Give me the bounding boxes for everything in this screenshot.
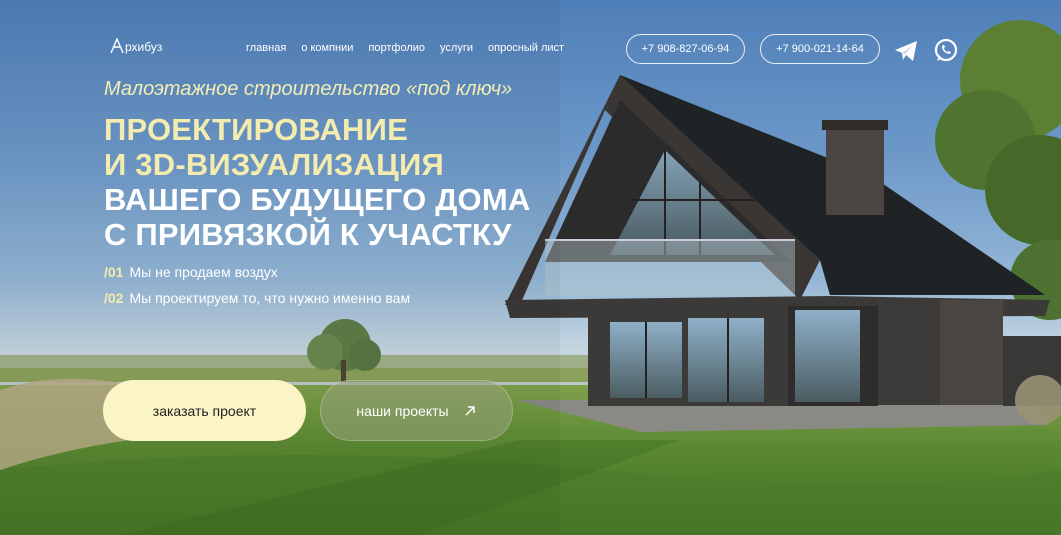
phone-button-2[interactable]: +7 900-021-14-64 (760, 34, 880, 64)
headline-line-1: ПРОЕКТИРОВАНИЕ (104, 112, 409, 147)
logo-mark-icon (110, 38, 124, 54)
nav-item-questionnaire[interactable]: опросный лист (488, 42, 564, 54)
logo-text: рхибуз (125, 40, 163, 54)
phone-button-1[interactable]: +7 908-827-06-94 (626, 34, 745, 64)
whatsapp-icon[interactable] (933, 38, 959, 64)
feature-point-text: Мы проектируем то, что нужно именно вам (129, 290, 411, 306)
main-menu: главная о компнии портфолио услуги опрос… (246, 42, 564, 54)
headline-line-3: ВАШЕГО БУДУЩЕГО ДОМА (104, 182, 531, 217)
feature-point-1: /01 Мы не продаем воздух (104, 264, 278, 280)
top-navigation: рхибуз главная о компнии портфолио услуг… (0, 32, 1061, 72)
order-project-label: заказать проект (152, 402, 257, 419)
nav-item-about[interactable]: о компнии (301, 42, 353, 54)
nav-item-home[interactable]: главная (246, 42, 286, 54)
hero-headline: ПРОЕКТИРОВАНИЕ И 3D-ВИЗУАЛИЗАЦИЯ ВАШЕГО … (104, 112, 530, 252)
logo[interactable]: рхибуз (110, 38, 162, 54)
our-projects-button[interactable]: наши проекты (320, 380, 513, 441)
hero-section: рхибуз главная о компнии портфолио услуг… (0, 0, 1061, 535)
feature-point-number: /01 (104, 264, 124, 280)
arrow-up-right-icon (465, 405, 475, 416)
nav-item-services[interactable]: услуги (440, 42, 473, 54)
hero-subtitle: Малоэтажное строительство «под ключ» (104, 78, 513, 100)
headline-line-4: С ПРИВЯЗКОЙ К УЧАСТКУ (104, 217, 512, 252)
order-project-button[interactable]: заказать проект (103, 380, 306, 441)
headline-line-2: И 3D-ВИЗУАЛИЗАЦИЯ (104, 147, 444, 182)
feature-point-number: /02 (104, 290, 124, 306)
telegram-icon[interactable] (893, 38, 919, 64)
feature-point-text: Мы не продаем воздух (129, 264, 278, 280)
our-projects-label: наши проекты (356, 402, 449, 419)
feature-point-2: /02 Мы проектируем то, что нужно именно в… (104, 290, 410, 306)
nav-item-portfolio[interactable]: портфолио (368, 42, 425, 54)
